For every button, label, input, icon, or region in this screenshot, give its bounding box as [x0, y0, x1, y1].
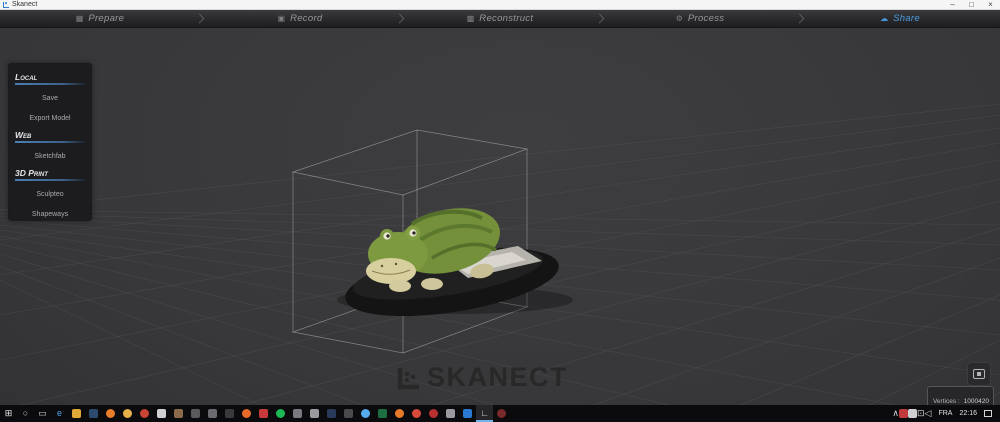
sculpteo-button[interactable]: Sculpteo — [15, 184, 85, 204]
windows-taskbar: ⊞ ○ ▭ e — [0, 405, 1000, 422]
skanect-app-icon[interactable]: ∟ — [476, 405, 493, 422]
skanect-watermark: SKANECT — [396, 364, 568, 391]
prepare-icon: ▦ — [76, 15, 84, 23]
taskbar-icons: ⊞ ○ ▭ e — [0, 405, 510, 422]
network-icon[interactable]: ⊡ — [917, 409, 925, 418]
tray-red-app-icon[interactable] — [899, 409, 908, 418]
export-model-button[interactable]: Export Model — [15, 108, 85, 128]
skanect-watermark-logo-icon — [396, 365, 422, 391]
window-title: Skanect — [12, 0, 37, 10]
record-icon: ▣ — [278, 15, 286, 23]
tab-prepare[interactable]: ▦ Prepare — [0, 10, 200, 27]
tab-process[interactable]: ⚙ Process — [600, 10, 800, 27]
tab-share[interactable]: ☁ Share — [800, 10, 1000, 27]
app-flame-icon[interactable] — [238, 405, 255, 422]
task-view-icon[interactable]: ▭ — [34, 405, 51, 422]
image-app-icon[interactable] — [340, 405, 357, 422]
file-explorer-icon[interactable] — [68, 405, 85, 422]
close-button[interactable]: × — [981, 0, 1000, 10]
app-brown-icon[interactable] — [170, 405, 187, 422]
clock[interactable]: 22:16 — [959, 410, 977, 417]
app-darkred-icon[interactable] — [493, 405, 510, 422]
workflow-tabbar: ▦ Prepare ▣ Record ▩ Reconstruct ⚙ Proce… — [0, 10, 1000, 28]
twitter-icon[interactable] — [357, 405, 374, 422]
phone2-app-icon[interactable] — [442, 405, 459, 422]
share-panel: Local Save Export Model Web Sketchfab 3D… — [8, 63, 92, 221]
vertices-value: 1000420 — [964, 398, 989, 405]
spotify-icon[interactable] — [272, 405, 289, 422]
process-gear-icon: ⚙ — [676, 15, 683, 23]
save-button[interactable]: Save — [15, 88, 85, 108]
section-header-local: Local — [15, 72, 85, 82]
app-reddot-icon[interactable] — [425, 405, 442, 422]
browser-orange-icon[interactable] — [102, 405, 119, 422]
action-center-icon[interactable] — [984, 410, 992, 417]
snapshot-button[interactable] — [967, 362, 991, 386]
shapeways-button[interactable]: Shapeways — [15, 204, 85, 224]
tray-icons: ∧ ⊡ ◁ — [892, 409, 931, 418]
scanned-model — [337, 198, 573, 328]
excel-icon[interactable] — [374, 405, 391, 422]
section-underline — [15, 83, 85, 85]
photos-app-icon[interactable] — [85, 405, 102, 422]
title-bar: Skanect – □ × — [0, 0, 1000, 10]
tray-light-app-icon[interactable] — [908, 409, 917, 418]
sketchfab-button[interactable]: Sketchfab — [15, 146, 85, 166]
app-red-icon[interactable] — [136, 405, 153, 422]
app-orange-icon[interactable] — [391, 405, 408, 422]
edge-browser-icon[interactable]: e — [51, 405, 68, 422]
skanect-logo-icon — [3, 2, 9, 8]
maximize-button[interactable]: □ — [962, 0, 981, 10]
start-button[interactable]: ⊞ — [0, 405, 17, 422]
phone-app-icon[interactable] — [153, 405, 170, 422]
app-dark-icon[interactable] — [221, 405, 238, 422]
system-tray: ∧ ⊡ ◁ — [892, 405, 1000, 422]
visual-studio-icon[interactable] — [459, 405, 476, 422]
app-red2-icon[interactable] — [408, 405, 425, 422]
section-underline — [15, 179, 85, 181]
scene-canvas — [0, 28, 1000, 405]
tab-reconstruct[interactable]: ▩ Reconstruct — [400, 10, 600, 27]
app-light-icon[interactable] — [306, 405, 323, 422]
watermark-text: SKANECT — [427, 364, 568, 391]
viewport-3d[interactable]: SKANECT Local Save Export Model Web Sket… — [0, 28, 1000, 405]
minimize-button[interactable]: – — [943, 0, 962, 10]
skanect-window: Skanect – □ × ▦ Prepare ▣ Record ▩ Recon… — [0, 0, 1000, 422]
share-cloud-icon: ☁ — [880, 15, 888, 23]
app-cube-icon[interactable] — [289, 405, 306, 422]
tab-record[interactable]: ▣ Record — [200, 10, 400, 27]
section-underline — [15, 141, 85, 143]
app-navy-icon[interactable] — [323, 405, 340, 422]
steam-icon[interactable] — [204, 405, 221, 422]
app-gray-icon[interactable] — [187, 405, 204, 422]
language-indicator[interactable]: FRA — [938, 410, 952, 417]
tray-expand-icon[interactable]: ∧ — [892, 409, 899, 418]
volume-icon[interactable]: ◁ — [925, 409, 932, 418]
camera-icon — [973, 369, 985, 379]
app-crimson-icon[interactable] — [255, 405, 272, 422]
section-header-web: Web — [15, 130, 85, 140]
section-header-3d-print: 3D Print — [15, 168, 85, 178]
vertices-stat: Vertices : 1000420 — [932, 398, 989, 405]
reconstruct-icon: ▩ — [467, 15, 475, 23]
app-amber-icon[interactable] — [119, 405, 136, 422]
cortana-search-icon[interactable]: ○ — [17, 405, 34, 422]
